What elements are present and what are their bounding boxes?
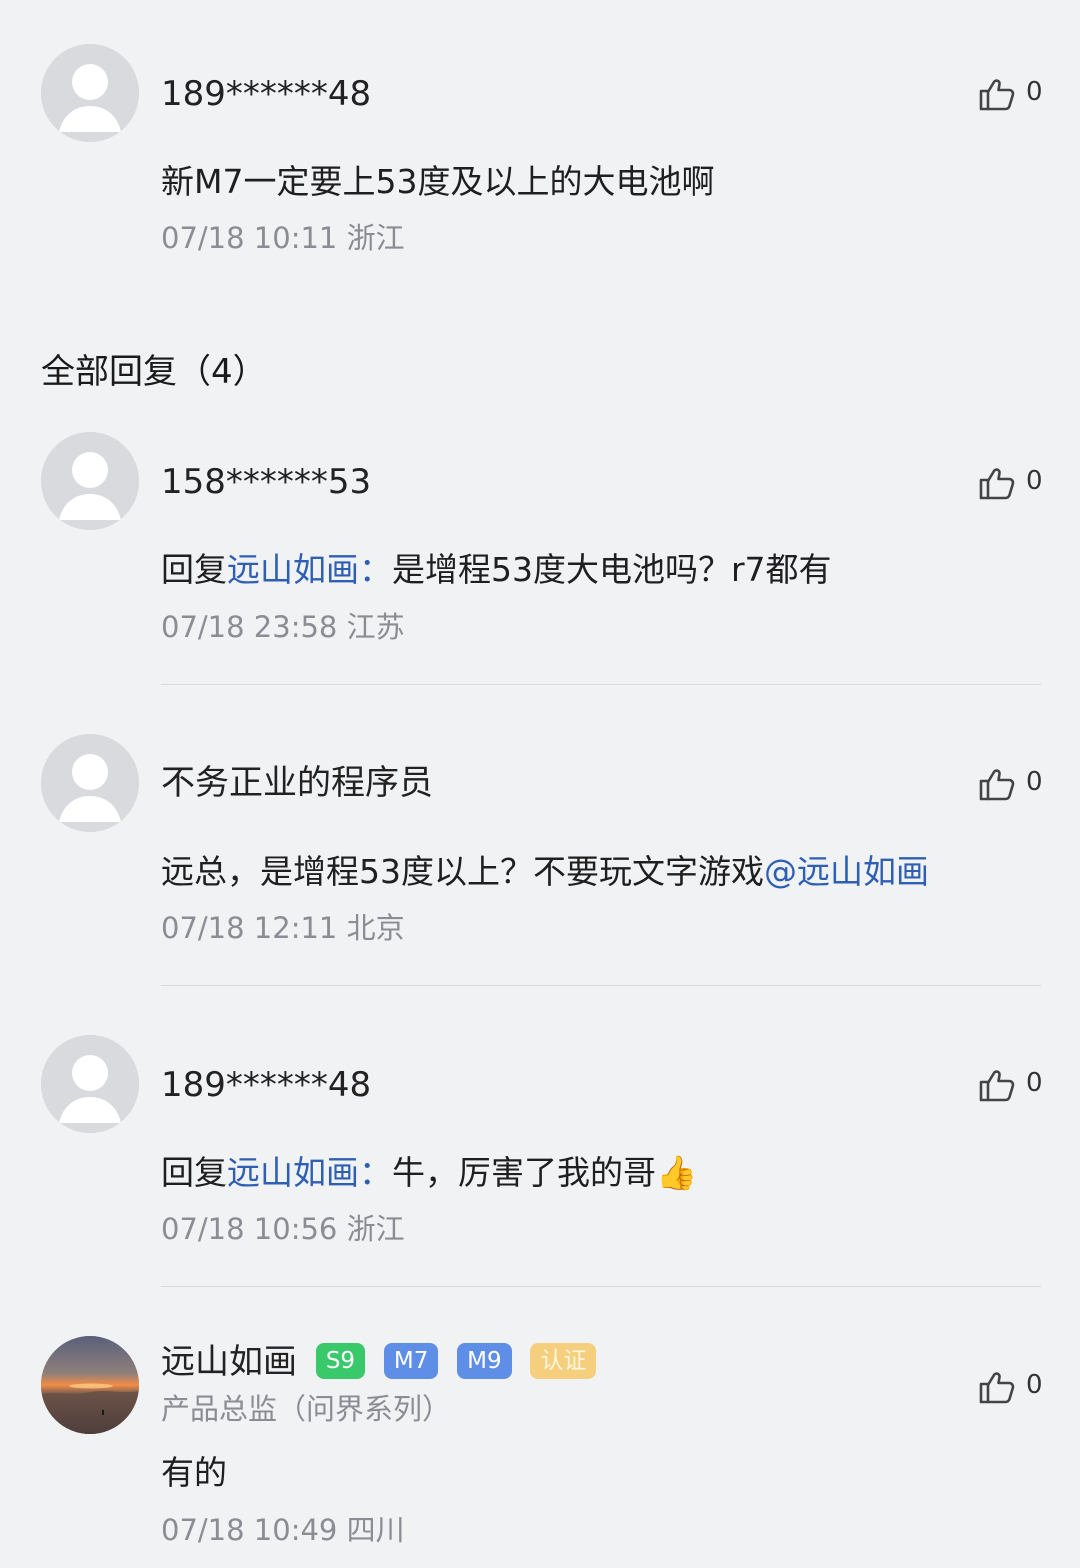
avatar-icon <box>41 734 139 832</box>
thumbs-up-icon <box>979 1070 1015 1102</box>
reply-text: 回复远山如画：牛，厉害了我的哥👍 <box>161 1151 697 1195</box>
reply-item: 不务正业的程序员 0 远总，是增程53度以上？不要玩文字游戏@远山如画 07/1… <box>0 734 1080 994</box>
mention-link[interactable]: 远山如画： <box>227 550 392 589</box>
avatar[interactable] <box>41 1035 139 1133</box>
username[interactable]: 189******48 <box>161 74 371 114</box>
reply-text: 远总，是增程53度以上？不要玩文字游戏@远山如画 <box>161 850 929 894</box>
avatar-icon <box>41 432 139 530</box>
thumbs-up-icon <box>979 1372 1015 1404</box>
username[interactable]: 不务正业的程序员 <box>161 763 433 803</box>
like-button[interactable]: 0 <box>976 1063 1046 1107</box>
like-count: 0 <box>1026 1370 1043 1400</box>
reply-body: 远总，是增程53度以上？不要玩文字游戏 <box>161 852 764 891</box>
reply-body: 是增程53度大电池吗？r7都有 <box>392 550 832 589</box>
reply-time: 07/18 12:11 <box>161 911 338 945</box>
reply-location: 江苏 <box>346 610 405 644</box>
reply-time: 07/18 10:49 <box>161 1513 338 1547</box>
divider <box>161 985 1041 986</box>
reply-location: 浙江 <box>346 1212 405 1246</box>
like-count: 0 <box>1026 767 1043 797</box>
reply-text: 回复远山如画：是增程53度大电池吗？r7都有 <box>161 548 832 592</box>
like-button[interactable]: 0 <box>976 762 1046 806</box>
reply-time: 07/18 10:56 <box>161 1212 338 1246</box>
mention-link[interactable]: 远山如画： <box>227 1153 392 1192</box>
thumbs-up-icon <box>979 769 1015 801</box>
username[interactable]: 189******48 <box>161 1065 371 1105</box>
badge-m7: M7 <box>383 1343 439 1379</box>
badge-certified: 认证 <box>530 1343 597 1379</box>
reply-prefix: 回复 <box>161 1153 227 1192</box>
author-name[interactable]: 远山如画 <box>161 1342 297 1382</box>
reply-text: 有的 <box>161 1453 227 1492</box>
like-button[interactable]: 0 <box>976 461 1046 505</box>
like-count: 0 <box>1026 466 1043 496</box>
thumbs-up-icon <box>979 468 1015 500</box>
replies-section-title: 全部回复（4） <box>41 352 267 392</box>
like-button[interactable]: 0 <box>976 72 1046 116</box>
comment-meta: 07/18 10:11 浙江 <box>161 220 405 256</box>
avatar[interactable] <box>41 734 139 832</box>
reply-time: 07/18 23:58 <box>161 610 338 644</box>
reply-meta: 07/18 12:11 北京 <box>161 910 405 946</box>
comment-text: 新M7一定要上53度及以上的大电池啊 <box>161 162 715 201</box>
reply-meta: 07/18 10:56 浙江 <box>161 1211 405 1247</box>
reply-meta: 07/18 23:58 江苏 <box>161 609 405 645</box>
username[interactable]: 158******53 <box>161 462 371 502</box>
main-comment: 189******48 0 新M7一定要上53度及以上的大电池啊 07/18 1… <box>0 0 1080 300</box>
avatar[interactable] <box>41 1336 139 1434</box>
thumbs-up-icon <box>979 79 1015 111</box>
badge-m9: M9 <box>457 1343 512 1379</box>
reply-prefix: 回复 <box>161 550 227 589</box>
avatar[interactable] <box>41 432 139 530</box>
reply-body: 牛，厉害了我的哥👍 <box>392 1153 698 1192</box>
like-count: 0 <box>1026 77 1043 107</box>
reply-location: 四川 <box>346 1513 405 1547</box>
comment-time: 07/18 10:11 <box>161 221 338 255</box>
avatar-icon <box>41 1035 139 1133</box>
reply-location: 北京 <box>346 911 405 945</box>
username[interactable]: 远山如画 S9 M7 M9 认证 <box>161 1342 597 1382</box>
divider <box>161 684 1041 685</box>
like-count: 0 <box>1026 1068 1043 1098</box>
avatar-icon <box>41 44 139 142</box>
reply-item: 远山如画 S9 M7 M9 认证 产品总监（问界系列） 0 有的 07/18 1… <box>0 1336 1080 1568</box>
badge-s9: S9 <box>315 1343 366 1379</box>
like-button[interactable]: 0 <box>976 1365 1046 1409</box>
mention-link[interactable]: @远山如画 <box>764 852 929 891</box>
reply-meta: 07/18 10:49 四川 <box>161 1512 405 1548</box>
comment-location: 浙江 <box>346 221 405 255</box>
sunset-avatar-icon <box>41 1336 139 1434</box>
reply-item: 189******48 0 回复远山如画：牛，厉害了我的哥👍 07/18 10:… <box>0 1035 1080 1295</box>
avatar[interactable] <box>41 44 139 142</box>
reply-item: 158******53 0 回复远山如画：是增程53度大电池吗？r7都有 07/… <box>0 432 1080 692</box>
author-title: 产品总监（问界系列） <box>161 1392 452 1426</box>
divider <box>161 1286 1041 1287</box>
